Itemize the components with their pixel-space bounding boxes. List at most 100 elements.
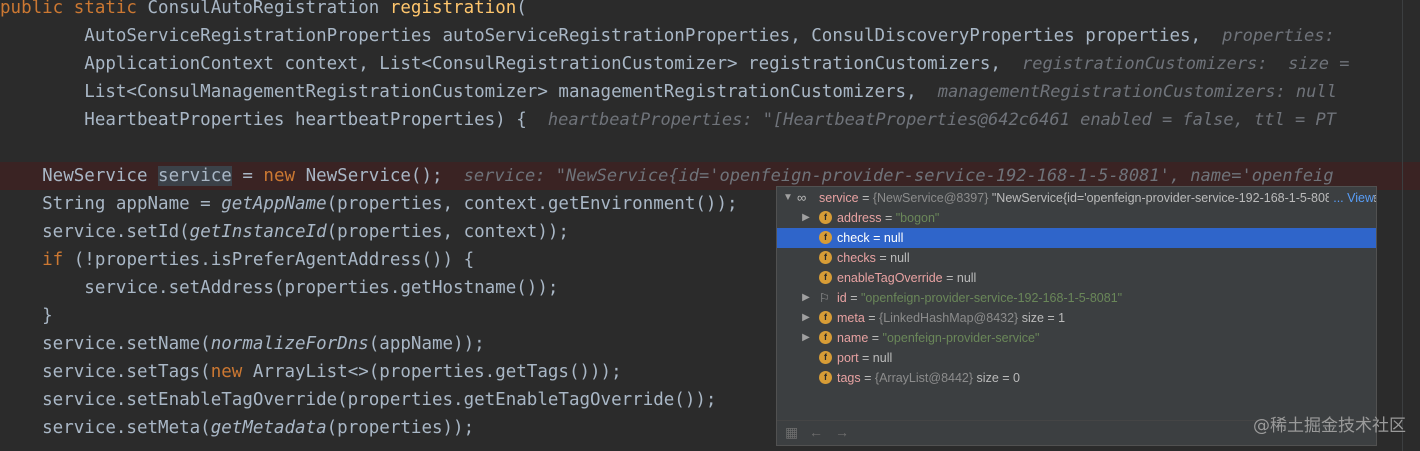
field-value: size = 0 [973, 371, 1020, 385]
inline-value-hint: service: "NewService{id='openfeign-provi… [463, 166, 1334, 186]
code-text: (appName)); [368, 334, 485, 354]
equals-sign: = [846, 291, 861, 305]
field-value: "openfeign-provider-service-192-168-1-5-… [860, 291, 1123, 305]
right-margin-line [1402, 0, 1403, 451]
field-icon: f [819, 231, 832, 244]
method-call: normalizeForDns [210, 334, 369, 354]
code-text: (properties, context)); [326, 222, 569, 242]
highlighted-variable[interactable]: service [158, 166, 232, 186]
back-arrow-icon[interactable]: ← [809, 424, 823, 440]
pin-to-editor-icon[interactable]: ▦ [785, 424, 798, 441]
code-text: String appName = [0, 194, 222, 214]
code-text: AutoServiceRegistrationProperties autoSe… [0, 26, 1223, 46]
field-value: null [890, 251, 910, 265]
code-text: ArrayList<>(properties.getTags())); [252, 362, 622, 382]
field-text: port = null [837, 348, 892, 368]
object-ref: {NewService@8397} [872, 191, 989, 205]
inline-value-hint: registrationCustomizers: size = [1021, 54, 1350, 74]
code-line-4: List<ConsulManagementRegistrationCustomi… [0, 78, 1420, 106]
field-value: null [883, 231, 904, 245]
field-row-tags[interactable]: f tags = {ArrayList@8442} size = 0 [777, 368, 1376, 388]
equals-sign: = [868, 331, 883, 345]
code-text: ApplicationContext context, List<ConsulR… [0, 54, 1022, 74]
debugger-value-popup[interactable]: ▼ ∞ service = {NewService@8397} "NewServ… [776, 186, 1377, 446]
watermark: @稀土掘金技术社区 [1253, 416, 1406, 436]
chevron-right-icon[interactable]: ▶ [801, 308, 811, 328]
field-value: null [872, 351, 893, 365]
field-icon: f [819, 311, 832, 324]
chevron-right-icon[interactable]: ▶ [801, 328, 811, 348]
view-link[interactable]: ... View [1329, 188, 1374, 208]
code-text: = [231, 166, 264, 186]
chevron-right-icon[interactable]: ▶ [801, 288, 811, 308]
code-text: service.setTags( [0, 362, 211, 382]
code-text: service.setAddress(properties.getHostnam… [0, 278, 559, 298]
field-row-checks[interactable]: f checks = null [777, 248, 1376, 268]
object-ref: {ArrayList@8442} [874, 371, 974, 385]
code-text: NewService(); [305, 166, 464, 186]
equals-sign: = [858, 191, 873, 205]
field-icon: f [819, 251, 832, 264]
chevron-down-icon[interactable]: ▼ [783, 188, 793, 208]
field-row-check[interactable]: f check = null [777, 228, 1376, 248]
field-text: name = "openfeign-provider-service" [837, 328, 1039, 348]
chevron-right-icon[interactable]: ▶ [801, 208, 811, 228]
method-call: getInstanceId [189, 222, 327, 242]
method-call: getAppName [221, 194, 327, 214]
field-text: address = "bogon" [837, 208, 939, 228]
field-text: check = null [837, 228, 903, 248]
equals-sign: = [860, 371, 875, 385]
code-line-2: AutoServiceRegistrationProperties autoSe… [0, 22, 1420, 50]
forward-arrow-icon[interactable]: → [835, 424, 849, 440]
equals-sign: = [858, 351, 873, 365]
code-line-1: public static ConsulAutoRegistration reg… [0, 0, 1420, 22]
field-row-enableTagOverride[interactable]: f enableTagOverride = null [777, 268, 1376, 288]
code-text: ( [516, 0, 527, 18]
inline-value-hint: properties: [1222, 26, 1345, 46]
equals-sign: = [864, 311, 880, 325]
object-ref: {LinkedHashMap@8432} [879, 311, 1019, 325]
code-text: (properties)); [326, 418, 475, 438]
field-row-port[interactable]: f port = null [777, 348, 1376, 368]
code-text: service.setMeta( [0, 418, 211, 438]
field-icon: f [819, 371, 832, 384]
equals-sign: = [881, 211, 896, 225]
field-text: meta = {LinkedHashMap@8432} size = 1 [837, 308, 1065, 328]
field-icon: f [819, 271, 832, 284]
code-text: service.setName( [0, 334, 211, 354]
field-row-meta[interactable]: ▶ f meta = {LinkedHashMap@8432} size = 1 [777, 308, 1376, 328]
field-value: "bogon" [895, 211, 940, 225]
field-name: checks [837, 251, 876, 265]
keyword: new [210, 362, 253, 382]
code-text: } [0, 306, 53, 326]
equals-sign: = [942, 271, 957, 285]
field-text: id = "openfeign-provider-service-192-168… [837, 288, 1122, 308]
field-text: enableTagOverride = null [837, 268, 976, 288]
popup-root-text: service = {NewService@8397} "NewService{… [819, 188, 1376, 208]
field-text: tags = {ArrayList@8442} size = 0 [837, 368, 1020, 388]
field-icon: f [819, 211, 832, 224]
field-icon: f [819, 351, 832, 364]
field-name: address [837, 211, 882, 225]
code-text: (!properties.isPreferAgentAddress()) { [73, 250, 475, 270]
code-line-3: ApplicationContext context, List<ConsulR… [0, 50, 1420, 78]
variable-value: "NewService{id='openfeign-provider-servi… [991, 191, 1376, 205]
field-row-name[interactable]: ▶ f name = "openfeign-provider-service" [777, 328, 1376, 348]
keyword: public static [0, 0, 148, 18]
code-text: service.setId( [0, 222, 190, 242]
code-text: service.setEnableTagOverride(properties.… [0, 390, 717, 410]
field-name: port [837, 351, 859, 365]
code-line-5: HeartbeatProperties heartbeatProperties)… [0, 106, 1420, 134]
field-value: size = 1 [1018, 311, 1066, 325]
field-name: tags [837, 371, 861, 385]
keyword: new [263, 166, 306, 186]
equals-sign: = [875, 251, 891, 265]
field-name: check [837, 231, 870, 245]
flag-icon: ⚐ [819, 291, 830, 305]
field-value: "openfeign-provider-service" [882, 331, 1040, 345]
popup-root-row[interactable]: ▼ ∞ service = {NewService@8397} "NewServ… [777, 188, 1376, 208]
field-row-id[interactable]: ▶ ⚐ id = "openfeign-provider-service-192-1… [777, 288, 1376, 308]
field-row-address[interactable]: ▶ f address = "bogon" [777, 208, 1376, 228]
field-name: name [837, 331, 869, 345]
code-text: NewService [0, 166, 159, 186]
